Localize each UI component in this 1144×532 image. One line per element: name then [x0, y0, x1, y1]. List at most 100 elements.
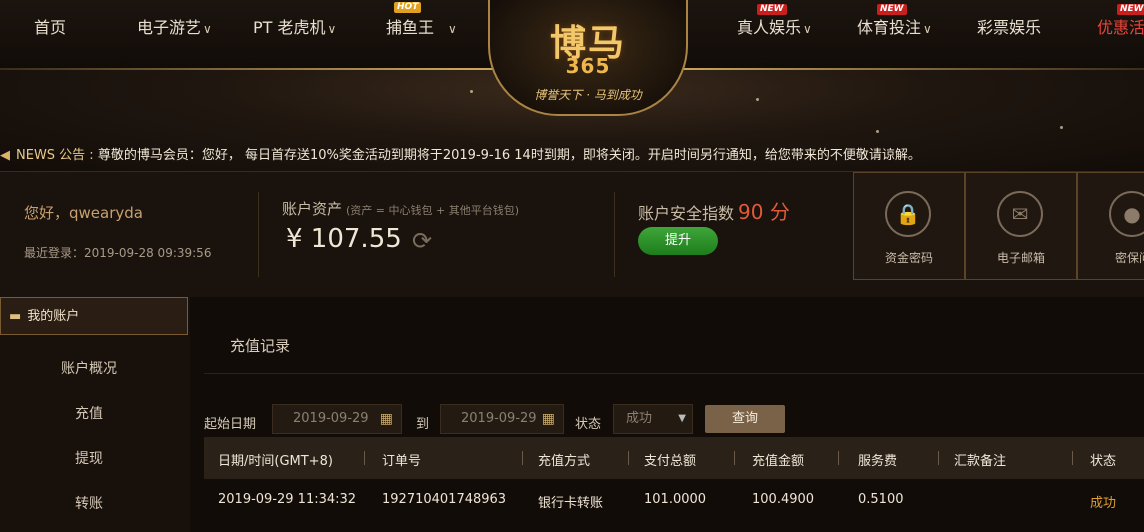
news-label: NEWS 公告 : — [16, 148, 94, 163]
logo-number: 365 — [565, 54, 611, 78]
news-ticker: ◀ NEWS 公告 : 尊敬的博马会员：您好， 每日首存送10%奖金活动到期将于2… — [0, 144, 921, 164]
nav-live-casino-label: 真人娱乐 — [737, 18, 802, 37]
mail-icon: ✉ — [997, 191, 1043, 237]
calendar-icon[interactable]: ▦ — [542, 405, 555, 433]
nav-pt-slots-label: PT 老虎机 — [253, 18, 326, 37]
col-fee: 服务费 — [858, 454, 898, 469]
cell-amount: 100.4900 — [752, 492, 815, 507]
assets-title-label: 账户资产 — [282, 200, 343, 218]
nav-sports[interactable]: 体育投注 ∨ — [857, 14, 932, 38]
tile-security-question[interactable]: ● 密保问 — [1077, 172, 1144, 280]
nav-lottery[interactable]: 彩票娱乐 — [977, 14, 1041, 38]
chevron-down-icon: ∨ — [803, 22, 812, 36]
chevron-down-icon: ∨ — [203, 22, 212, 36]
security-title-label: 账户安全指数 — [638, 204, 735, 223]
divider — [258, 192, 259, 277]
assets-note: (资产 = 中心钱包 + 其他平台钱包) — [346, 204, 520, 217]
logo-slogan: 博誉天下 · 马到成功 — [534, 88, 642, 102]
table-row: 2019-09-29 11:34:32 192710401748963 银行卡转… — [204, 479, 1144, 521]
start-date-value: 2019-09-29 — [293, 411, 369, 426]
balance-amount: ¥ 107.55 — [286, 224, 402, 254]
tile-email[interactable]: ✉ 电子邮箱 — [965, 172, 1077, 280]
account-summary: 您好，qwearyda 最近登录：2019-09-28 09:39:56 账户资… — [0, 171, 1144, 299]
megaphone-icon: ◀ — [0, 148, 10, 163]
start-date-label: 起始日期 — [204, 417, 257, 432]
column-separator — [364, 451, 365, 465]
sidebar-header-label: 我的账户 — [27, 309, 80, 324]
sparkle — [876, 130, 879, 133]
col-status: 状态 — [1090, 454, 1117, 469]
hot-badge: HOT — [394, 2, 422, 13]
main-content: 充值记录 起始日期 2019-09-29 ▦ 到 2019-09-29 ▦ 状态… — [190, 297, 1144, 532]
cell-method: 银行卡转账 — [538, 496, 604, 511]
sidebar-item-withdraw[interactable]: 提现 — [0, 448, 178, 468]
calendar-icon[interactable]: ▦ — [380, 405, 393, 433]
column-separator — [938, 451, 939, 465]
nav-sports-label: 体育投注 — [857, 18, 922, 37]
new-badge: NEW — [877, 4, 907, 15]
chevron-down-icon: ▼ — [678, 413, 686, 424]
sparkle — [1060, 126, 1063, 129]
column-separator — [522, 451, 523, 465]
sidebar-item-deposit[interactable]: 充值 — [0, 403, 178, 423]
chevron-down-icon: ∨ — [448, 22, 457, 36]
chevron-down-icon: ∨ — [327, 22, 337, 36]
column-separator — [628, 451, 629, 465]
bulb-icon: ● — [1109, 191, 1144, 237]
nav-lottery-label: 彩票娱乐 — [977, 18, 1042, 37]
query-button[interactable]: 查询 — [705, 405, 785, 433]
sparkle — [470, 90, 473, 93]
card-icon: ▬ — [9, 309, 22, 324]
new-badge: NEW — [1117, 4, 1144, 15]
security-title: 账户安全指数 90 分 — [638, 196, 790, 225]
nav-home[interactable]: 首页 — [34, 14, 66, 38]
col-amount: 充值金额 — [752, 454, 805, 469]
sidebar-header[interactable]: ▬ 我的账户 — [0, 297, 188, 335]
status-select[interactable]: 成功 ▼ — [613, 404, 693, 434]
end-date-input[interactable]: 2019-09-29 ▦ — [440, 404, 564, 434]
nav-live-casino[interactable]: 真人娱乐 ∨ — [737, 14, 812, 38]
greeting: 您好，qwearyda — [24, 204, 143, 222]
sidebar-item-overview[interactable]: 账户概况 — [0, 358, 178, 378]
col-total: 支付总额 — [644, 454, 697, 469]
tile-label: 电子邮箱 — [996, 251, 1045, 265]
last-login: 最近登录：2019-09-28 09:39:56 — [24, 246, 212, 260]
divider — [614, 192, 615, 277]
nav-fishing-label: 捕鱼王 — [386, 18, 435, 37]
nav-home-label: 首页 — [34, 18, 67, 37]
col-method: 充值方式 — [538, 454, 591, 469]
column-separator — [1072, 451, 1073, 465]
tile-fund-password[interactable]: 🔒 资金密码 — [853, 172, 965, 280]
security-score: 90 分 — [738, 200, 790, 224]
sidebar: ▬ 我的账户 账户概况 充值 提现 转账 — [0, 297, 190, 532]
divider — [204, 373, 1144, 374]
cell-status: 成功 — [1090, 496, 1117, 511]
nav-promotions-label: 优惠活 — [1097, 18, 1144, 37]
news-text[interactable]: 尊敬的博马会员：您好， 每日首存送10%奖金活动到期将于2019-9-16 14… — [98, 148, 921, 163]
lock-icon: 🔒 — [885, 191, 931, 237]
to-label: 到 — [416, 417, 430, 432]
start-date-input[interactable]: 2019-09-29 ▦ — [272, 404, 402, 434]
upgrade-button[interactable]: 提升 — [638, 227, 718, 255]
status-select-value: 成功 — [626, 411, 653, 426]
nav-electronic-games[interactable]: 电子游艺 ∨ — [137, 14, 212, 38]
end-date-value: 2019-09-29 — [461, 411, 537, 426]
cell-fee: 0.5100 — [858, 492, 904, 507]
table-header: 日期/时间(GMT+8) 订单号 充值方式 支付总额 充值金额 服务费 汇款备注… — [204, 437, 1144, 479]
refresh-icon[interactable]: ⟳ — [412, 227, 432, 255]
nav-electronic-games-label: 电子游艺 — [137, 18, 202, 37]
column-separator — [838, 451, 839, 465]
tile-label: 密保问 — [1114, 251, 1144, 265]
page-title: 充值记录 — [230, 337, 291, 355]
sidebar-item-transfer[interactable]: 转账 — [0, 493, 178, 513]
nav-fishing[interactable]: 捕鱼王 ∨ — [386, 14, 457, 38]
site-logo[interactable]: 博马 365 博誉天下 · 马到成功 — [488, 0, 688, 116]
nav-pt-slots[interactable]: PT 老虎机 ∨ — [253, 14, 336, 38]
new-badge: NEW — [757, 4, 787, 15]
nav-promotions[interactable]: 优惠活 — [1097, 14, 1144, 38]
cell-order-no: 192710401748963 — [382, 492, 507, 507]
status-label: 状态 — [575, 417, 602, 432]
col-order-no: 订单号 — [382, 454, 422, 469]
cell-datetime: 2019-09-29 11:34:32 — [218, 492, 357, 507]
cell-total: 101.0000 — [644, 492, 707, 507]
